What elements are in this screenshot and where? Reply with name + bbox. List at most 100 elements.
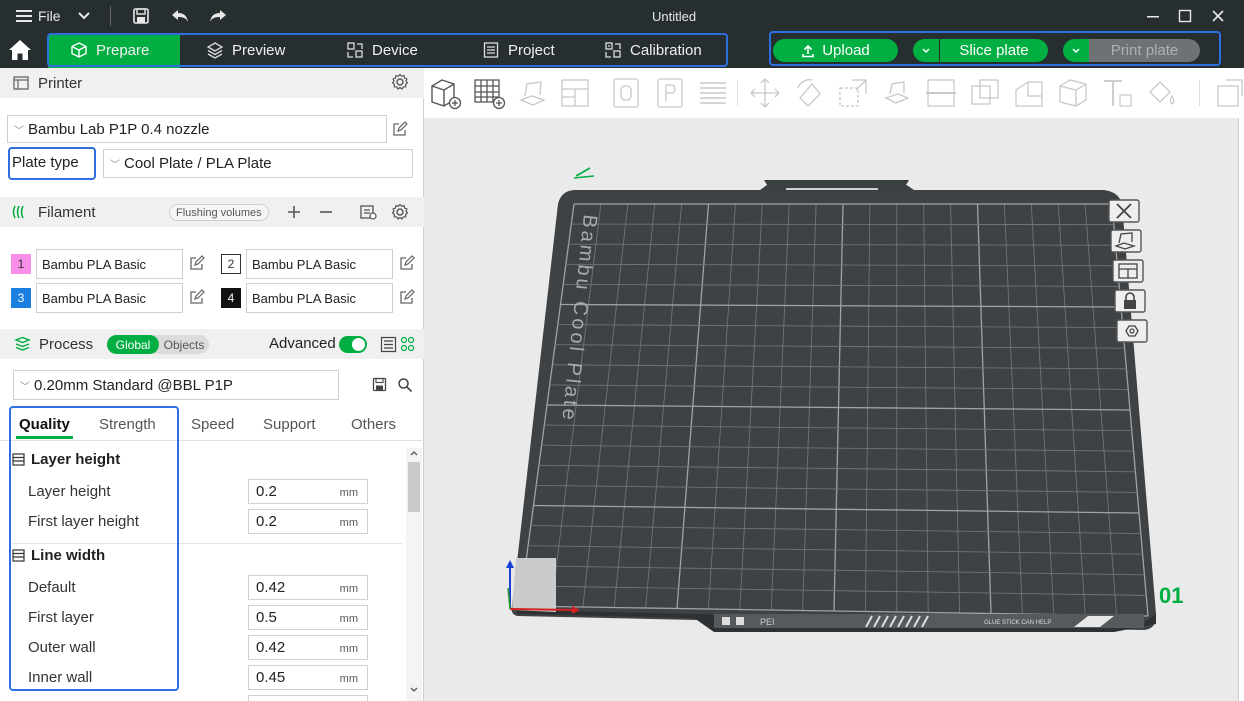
filament-select[interactable]: Bambu PLA Basic <box>36 283 183 313</box>
seam-paint-icon[interactable] <box>1056 76 1090 110</box>
minus-icon[interactable] <box>319 205 333 219</box>
filament-color-swatch[interactable]: 2 <box>221 254 241 274</box>
tab-prepare-label: Prepare <box>96 41 150 59</box>
arrange-plate-icon[interactable] <box>1112 258 1144 284</box>
auto-orient-icon[interactable] <box>516 76 550 110</box>
boolean-icon[interactable] <box>968 76 1002 110</box>
slice-plate-button[interactable]: Slice plate <box>940 39 1048 62</box>
layer-height-input[interactable]: 0.2 mm <box>248 479 368 504</box>
support-paint-icon[interactable] <box>1012 76 1046 110</box>
flushing-volumes-button[interactable]: Flushing volumes <box>169 204 269 221</box>
file-menu[interactable]: File <box>16 8 61 24</box>
tab-calibration[interactable]: Calibration <box>604 35 702 65</box>
minimize-icon[interactable] <box>1146 9 1160 23</box>
group-title-line-width: Line width <box>12 547 105 564</box>
text-icon[interactable] <box>1100 76 1134 110</box>
first-layer-height-input[interactable]: 0.2 mm <box>248 509 368 534</box>
edit-icon[interactable] <box>189 289 205 305</box>
tab-project[interactable]: Project <box>482 35 555 65</box>
option-label: Default <box>28 579 76 596</box>
process-preset-select[interactable]: ﹀ 0.20mm Standard @BBL P1P <box>13 370 339 400</box>
save-preset-icon[interactable] <box>372 377 387 392</box>
line-width-outer-wall-input[interactable]: 0.42 mm <box>248 635 368 660</box>
scroll-up-icon[interactable] <box>410 450 418 456</box>
line-width-first-layer-input[interactable]: 0.5 mm <box>248 605 368 630</box>
line-width-inner-wall-input[interactable]: 0.45 mm <box>248 665 368 690</box>
tab-prepare[interactable]: Prepare <box>70 35 149 65</box>
filament-select[interactable]: Bambu PLA Basic <box>36 249 183 279</box>
edit-icon[interactable] <box>399 289 415 305</box>
layers-tool-icon[interactable] <box>696 76 730 110</box>
filament-color-swatch[interactable]: 4 <box>221 288 241 308</box>
process-section-label: Process <box>39 335 94 353</box>
global-objects-toggle[interactable]: Global Objects <box>107 335 209 354</box>
gear-icon[interactable] <box>391 203 409 221</box>
search-icon[interactable] <box>397 377 413 393</box>
option-label: Layer height <box>28 483 111 500</box>
edit-icon[interactable] <box>399 255 415 271</box>
advanced-switch[interactable] <box>339 336 367 353</box>
remove-plate-icon[interactable] <box>1108 198 1140 224</box>
redo-icon[interactable] <box>208 7 228 25</box>
add-plate-icon[interactable] <box>472 76 506 110</box>
move-icon[interactable] <box>748 76 782 110</box>
hamburger-icon <box>16 10 32 22</box>
plus-icon[interactable] <box>287 205 301 219</box>
printer-select[interactable]: ﹀ Bambu Lab P1P 0.4 nozzle <box>7 115 387 143</box>
upload-button[interactable]: Upload <box>773 39 898 62</box>
print-plate-button[interactable]: Print plate <box>1089 39 1200 62</box>
filament-color-swatch[interactable]: 3 <box>11 288 31 308</box>
print-dropdown[interactable] <box>1063 39 1089 62</box>
3d-viewport[interactable]: Bambu Cool Plate PEI GLUE STICK CAN HELP… <box>424 118 1244 701</box>
filament-name: Bambu PLA Basic <box>42 256 147 272</box>
tab-device[interactable]: Device <box>346 35 418 65</box>
gear-icon[interactable] <box>391 73 409 91</box>
tab-strength[interactable]: Strength <box>99 416 156 433</box>
tab-preview[interactable]: Preview <box>206 35 285 65</box>
lock-plate-icon[interactable] <box>1114 288 1146 314</box>
assembly-icon[interactable] <box>1212 76 1244 110</box>
plate-settings-icon[interactable] <box>1116 318 1148 344</box>
list-view-icon[interactable] <box>380 336 397 353</box>
input-value: 0.42 <box>256 639 286 656</box>
cut-icon[interactable] <box>924 76 958 110</box>
edit-icon[interactable] <box>189 255 205 271</box>
tab-others[interactable]: Others <box>351 416 396 433</box>
edit-icon[interactable] <box>392 121 408 137</box>
input-value: 0.2 <box>256 513 277 530</box>
undo-icon[interactable] <box>170 7 190 25</box>
plate-type-select[interactable]: ﹀ Cool Plate / PLA Plate <box>103 149 413 178</box>
add-object-icon[interactable] <box>428 76 462 110</box>
lay-on-face-icon[interactable] <box>880 76 914 110</box>
scroll-down-icon[interactable] <box>410 687 418 693</box>
filament-select[interactable]: Bambu PLA Basic <box>246 283 393 313</box>
scale-icon[interactable] <box>836 76 870 110</box>
toggle-objects[interactable]: Objects <box>161 335 207 354</box>
home-button[interactable] <box>7 38 41 64</box>
chevron-down-icon[interactable] <box>77 10 91 22</box>
line-width-default-input[interactable]: 0.42 mm <box>248 575 368 600</box>
tab-speed[interactable]: Speed <box>191 416 234 433</box>
tab-support[interactable]: Support <box>263 416 316 433</box>
filament-settings-icon[interactable] <box>359 203 377 221</box>
plate-zero-icon[interactable] <box>610 76 644 110</box>
save-icon[interactable] <box>132 7 150 25</box>
color-paint-icon[interactable] <box>1144 76 1178 110</box>
filament-color-swatch[interactable]: 1 <box>11 254 31 274</box>
scrollbar[interactable] <box>406 448 422 701</box>
rotate-icon[interactable] <box>792 76 826 110</box>
orient-plate-icon[interactable] <box>1110 228 1142 254</box>
slice-dropdown[interactable] <box>913 39 939 62</box>
rename-plate-icon[interactable] <box>573 167 595 179</box>
scrollbar-thumb[interactable] <box>408 462 420 512</box>
toggle-global[interactable]: Global <box>107 335 159 354</box>
arrange-icon[interactable] <box>558 76 592 110</box>
compare-icon[interactable] <box>400 336 415 353</box>
tab-project-label: Project <box>508 41 555 59</box>
tab-quality[interactable]: Quality <box>19 416 70 433</box>
tab-preview-label: Preview <box>232 41 286 59</box>
close-icon[interactable] <box>1211 9 1225 23</box>
plate-p-icon[interactable] <box>654 76 688 110</box>
filament-select[interactable]: Bambu PLA Basic <box>246 249 393 279</box>
maximize-icon[interactable] <box>1178 9 1192 23</box>
